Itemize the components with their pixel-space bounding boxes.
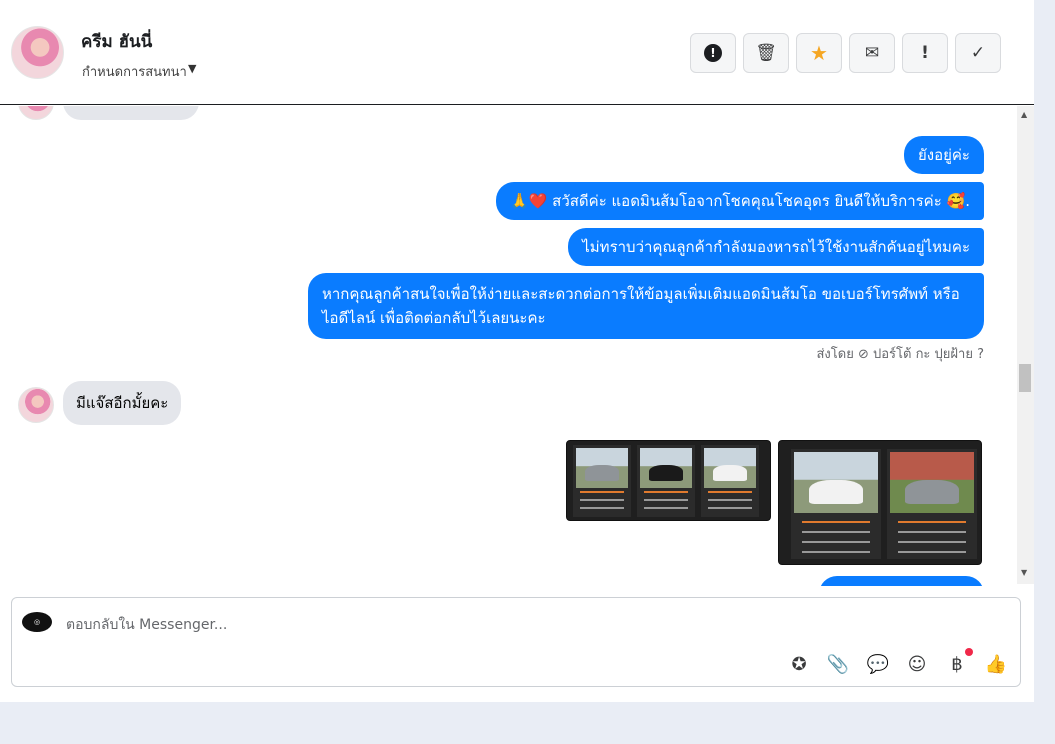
contact-avatar xyxy=(18,106,54,120)
exclamation-icon: ! xyxy=(921,43,929,63)
page-background xyxy=(0,702,1055,744)
message-bubble-outgoing: ไม่ทราบว่าคุณลูกค้ากำลังมองหารถไว้ใช้งาน… xyxy=(568,228,984,266)
notification-dot xyxy=(965,648,973,656)
reply-composer[interactable]: ◎ ตอบกลับใน Messenger... ✪ 📎 💬 ☺ ฿ 👍 xyxy=(11,597,1021,687)
emoji-icon[interactable]: ☺ xyxy=(905,652,929,676)
message-bubble-outgoing: หากคุณลูกค้าสนใจเพื่อให้ง่ายและสะดวกต่อก… xyxy=(308,273,984,339)
scroll-down-icon[interactable]: ▼ xyxy=(1021,568,1027,577)
car-listing-thumbnail xyxy=(573,445,631,517)
contact-name[interactable]: ครีม ฮันนี่ xyxy=(81,28,152,55)
thread-scrollbar[interactable]: ▲ ▼ xyxy=(1017,106,1034,584)
car-listing-thumbnail xyxy=(887,449,977,559)
trash-icon: 🗑 xyxy=(755,43,777,63)
car-listing-thumbnail xyxy=(637,445,695,517)
image-attachment[interactable] xyxy=(566,440,771,521)
car-listing-thumbnail xyxy=(791,449,881,559)
reply-input[interactable]: ตอบกลับใน Messenger... xyxy=(66,614,227,636)
star-icon: ★ xyxy=(810,41,828,65)
star-button[interactable]: ★ xyxy=(796,33,842,73)
delete-button[interactable]: 🗑 xyxy=(743,33,789,73)
message-bubble-outgoing: 🙏❤️ สวัสดีค่ะ แอดมินส้มโอจากโชคคุณโชคอุด… xyxy=(496,182,984,220)
assign-conversation-label[interactable]: กำหนดการสนทนา xyxy=(82,61,187,82)
message-bubble-outgoing xyxy=(819,576,984,586)
sent-by-label: ส่งโดย ⊘ ปอร์โต้ กะ ปุยฝ้าย ? xyxy=(816,347,984,362)
message-bubble-outgoing: ยังอยู่ค่ะ xyxy=(903,136,984,174)
scrollbar-thumb[interactable] xyxy=(1019,364,1031,392)
chevron-down-icon[interactable]: ▼ xyxy=(188,62,196,75)
mark-done-button[interactable]: ✓ xyxy=(955,33,1001,73)
message-thread[interactable]: ยังอยู่ค่ะ 🙏❤️ สวัสดีค่ะ แอดมินส้มโอจากโ… xyxy=(0,106,1034,586)
baht-payment-icon[interactable]: ฿ xyxy=(945,652,969,676)
contact-avatar[interactable] xyxy=(11,26,64,79)
message-bubble-incoming xyxy=(63,106,199,120)
chat-icon[interactable]: 💬 xyxy=(866,652,890,676)
mark-unread-icon: ✉ xyxy=(864,43,880,63)
contact-avatar[interactable] xyxy=(18,387,54,423)
check-icon: ✓ xyxy=(970,43,986,63)
thumbs-up-icon[interactable]: 👍 xyxy=(984,652,1008,676)
messenger-window: ครีม ฮันนี่ กำหนดการสนทนา ▼ ! 🗑 ★ ✉ ! ✓ … xyxy=(0,0,1034,702)
page-logo: ◎ xyxy=(22,612,52,632)
saved-reply-icon[interactable]: ✪ xyxy=(787,652,811,676)
scroll-up-icon[interactable]: ▲ xyxy=(1021,110,1027,119)
conversation-header: ครีม ฮันนี่ กำหนดการสนทนา ▼ ! 🗑 ★ ✉ ! ✓ xyxy=(0,0,1034,105)
message-bubble-incoming: มีแจ๊สอีกมั้ยคะ xyxy=(63,381,182,425)
image-attachment[interactable] xyxy=(778,440,982,565)
car-listing-thumbnail xyxy=(701,445,759,517)
follow-up-button[interactable]: ! xyxy=(902,33,948,73)
attachment-icon[interactable]: 📎 xyxy=(826,652,850,676)
alert-circle-icon: ! xyxy=(704,44,722,62)
mark-spam-button[interactable]: ! xyxy=(690,33,736,73)
mark-unread-button[interactable]: ✉ xyxy=(849,33,895,73)
